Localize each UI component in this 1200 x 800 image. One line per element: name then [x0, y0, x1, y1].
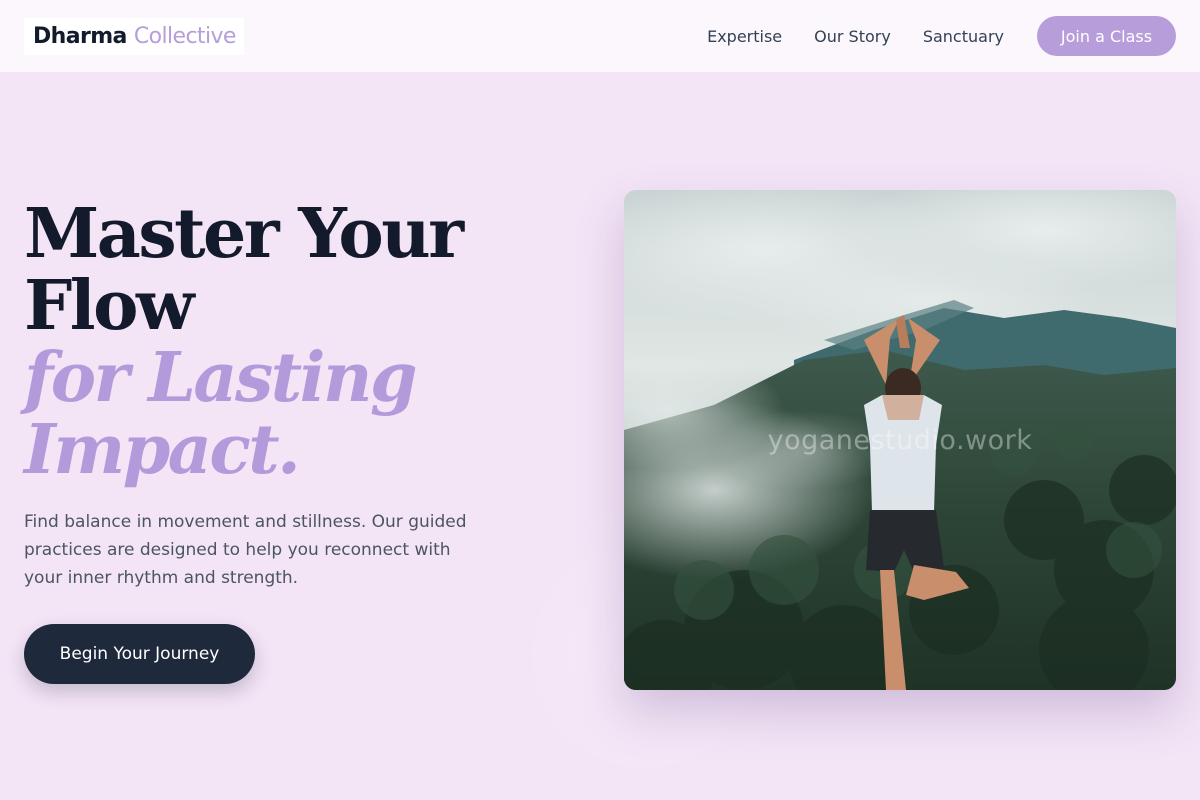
begin-journey-button[interactable]: Begin Your Journey	[24, 624, 255, 684]
nav-link-sanctuary[interactable]: Sanctuary	[923, 27, 1004, 46]
headline-accent-line-2: Impact.	[24, 410, 301, 490]
headline-line-2: Flow	[24, 266, 195, 346]
headline-line-1: Master Your	[24, 194, 464, 274]
brand-name-part2: Collective	[133, 23, 237, 49]
main-nav: Expertise Our Story Sanctuary Join a Cla…	[707, 16, 1176, 56]
hero-description: Find balance in movement and stillness. …	[24, 512, 467, 588]
image-watermark: yoganestudio.work	[767, 425, 1033, 456]
hero-image: yoganestudio.work	[624, 190, 1176, 690]
brand-name-part1: Dharma	[33, 23, 127, 49]
hero-headline: Master Your Flow for Lasting Impact.	[24, 194, 464, 490]
site-header: Dharma Collective Expertise Our Story Sa…	[0, 0, 1200, 72]
headline-accent-line-1: for Lasting	[24, 338, 417, 418]
nav-link-expertise[interactable]: Expertise	[707, 27, 782, 46]
nav-link-our-story[interactable]: Our Story	[814, 27, 891, 46]
join-class-button[interactable]: Join a Class	[1037, 16, 1176, 56]
brand-logo[interactable]: Dharma Collective	[24, 17, 244, 55]
